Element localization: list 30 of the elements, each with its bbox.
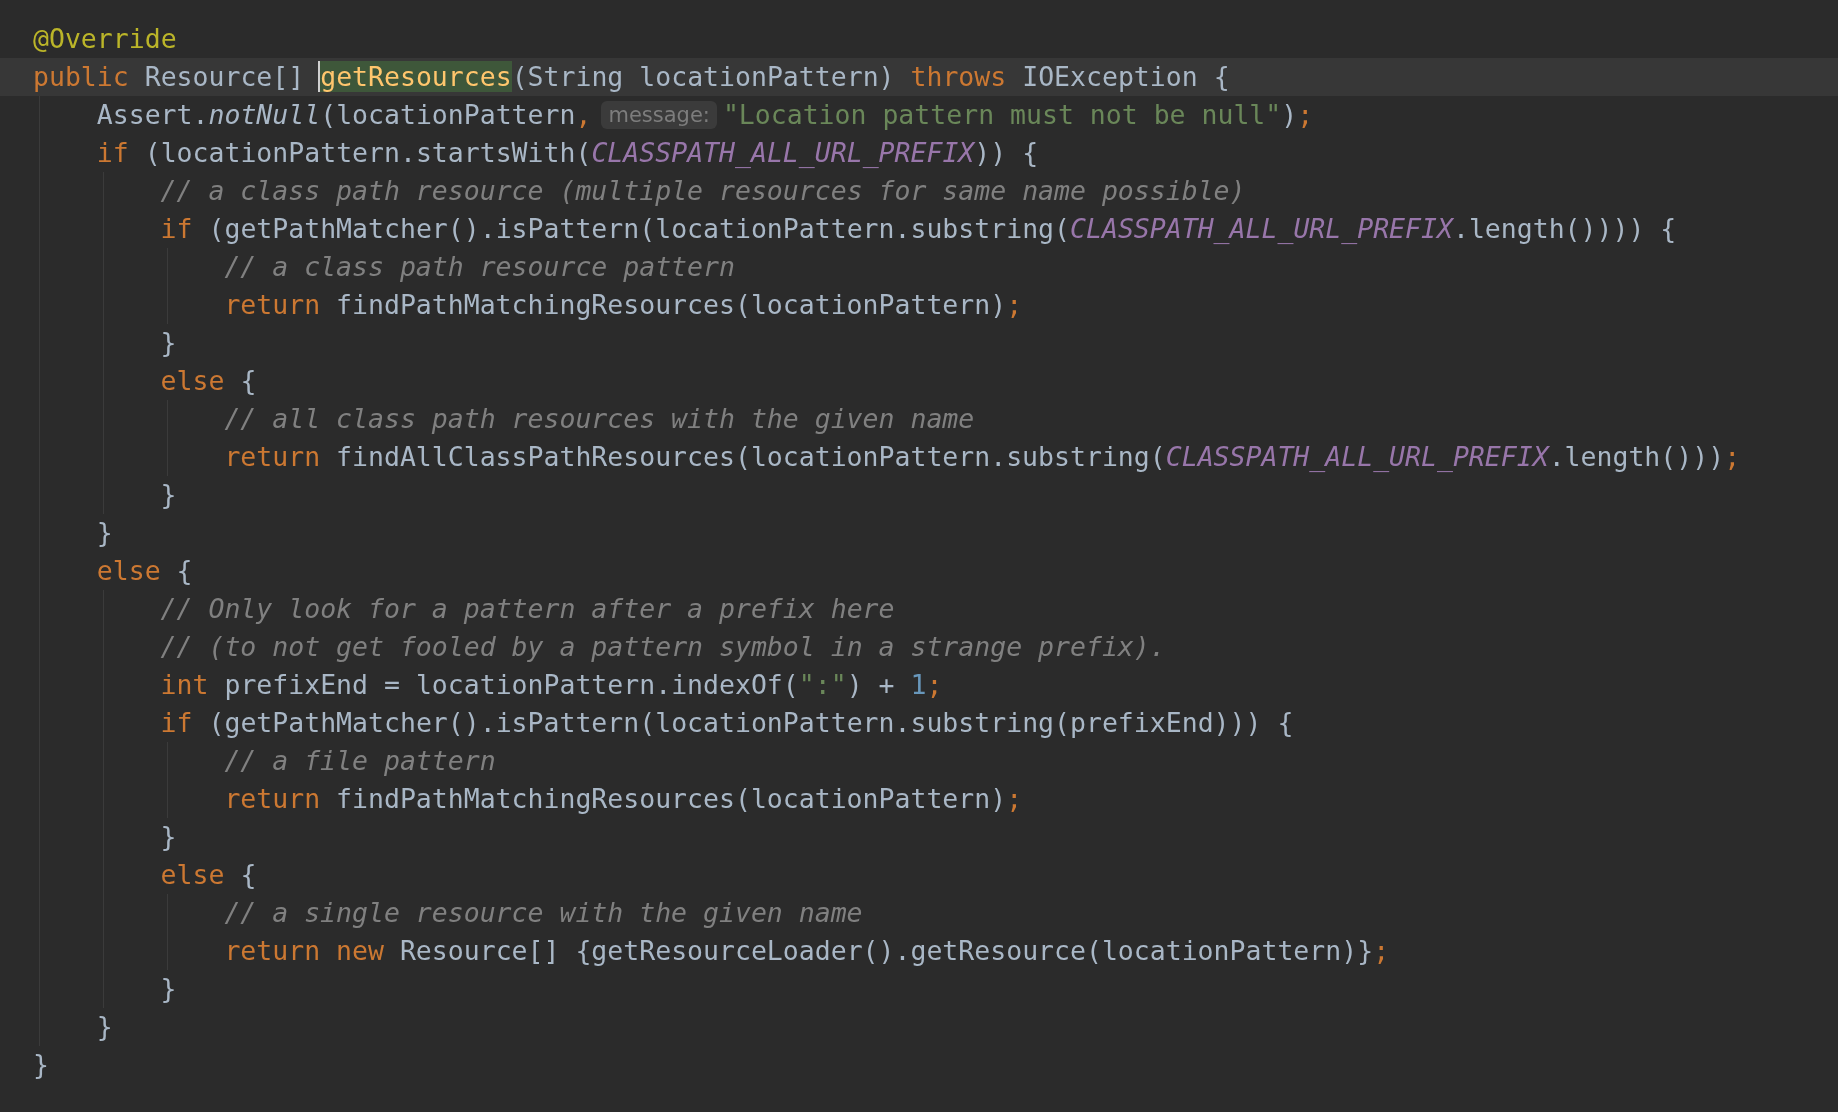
code-text: return new Resource[] {getResourceLoader().getResource(locationPattern)}; bbox=[224, 934, 1390, 968]
code-text: // a class path resource pattern bbox=[224, 250, 735, 284]
code-text: } bbox=[160, 478, 177, 512]
code-text: // all class path resources with the given name bbox=[224, 402, 975, 436]
code-text: // Only look for a pattern after a prefix here bbox=[160, 592, 895, 626]
code-text: "Location pattern must not be null"); bbox=[722, 98, 1314, 132]
parameter-hint: message: bbox=[601, 101, 717, 129]
code-text: } bbox=[96, 516, 113, 550]
code-text: // a file pattern bbox=[224, 744, 496, 778]
code-text: return findAllClassPathResources(locationPattern.substring(CLASSPATH_ALL_URL_PREFIX.length())); bbox=[224, 440, 1741, 474]
code-text: return findPathMatchingResources(locationPattern); bbox=[224, 288, 1023, 322]
code-text: } bbox=[33, 1048, 49, 1082]
code-text: else { bbox=[160, 858, 257, 892]
code-text: if (getPathMatcher().isPattern(locationPattern.substring(prefixEnd))) { bbox=[160, 706, 1294, 740]
code-text: } bbox=[160, 326, 177, 360]
code-text: else { bbox=[96, 554, 193, 588]
code-text: int prefixEnd = locationPattern.indexOf(":") + 1; bbox=[160, 668, 943, 702]
code-text: if (getPathMatcher().isPattern(locationPattern.substring(CLASSPATH_ALL_URL_PREFIX.length()))) { bbox=[160, 212, 1677, 246]
code-text: // a single resource with the given name bbox=[224, 896, 863, 930]
code-text: } bbox=[160, 972, 177, 1006]
code-text: return findPathMatchingResources(locationPattern); bbox=[224, 782, 1023, 816]
code-text: if (locationPattern.startsWith(CLASSPATH_ALL_URL_PREFIX)) { bbox=[96, 136, 1039, 170]
code-text: // (to not get fooled by a pattern symbol in a strange prefix). bbox=[160, 630, 1166, 664]
code-text: public Resource[] getResources(String locationPattern) throws IOException { bbox=[33, 60, 1230, 94]
code-text: // a class path resource (multiple resources for same name possible) bbox=[160, 174, 1246, 208]
code-text: Assert.notNull(locationPattern, bbox=[96, 98, 592, 132]
code-text: else { bbox=[160, 364, 257, 398]
code-text: } bbox=[160, 820, 177, 854]
code-text: @Override bbox=[33, 22, 177, 56]
code-text: } bbox=[96, 1010, 113, 1044]
